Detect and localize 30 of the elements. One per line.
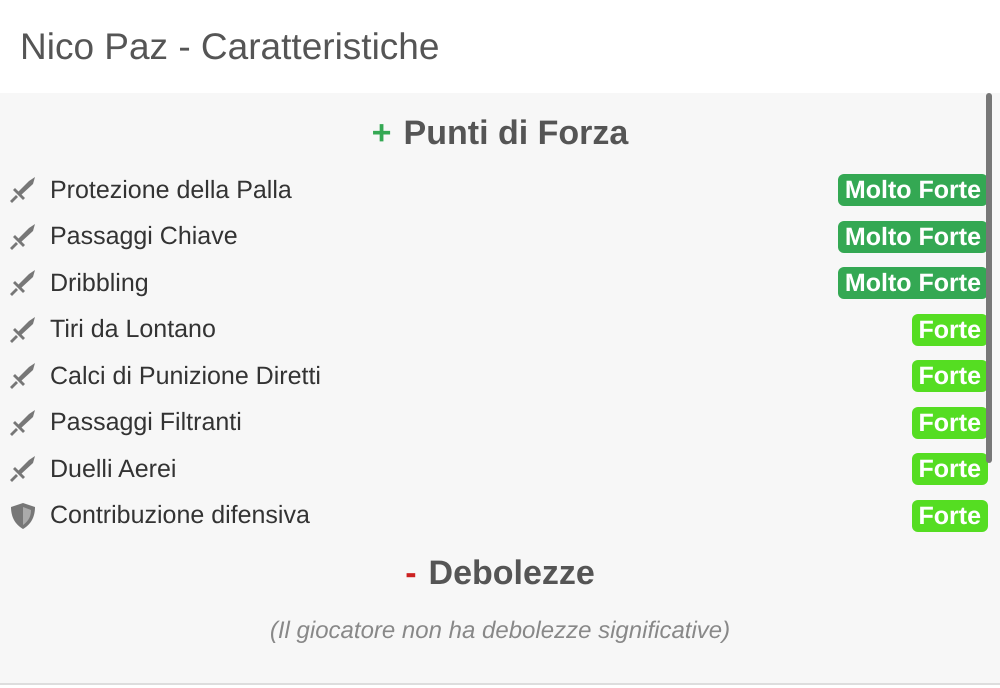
rating-badge: Forte: [912, 453, 988, 486]
sword-icon: [8, 361, 38, 392]
sword-icon: [8, 175, 38, 206]
sword-icon: [8, 454, 38, 484]
attribute-label: Passaggi Filtranti: [50, 407, 243, 438]
rating-badge: Forte: [912, 314, 988, 346]
sign-symbol: +: [372, 116, 392, 150]
empty-note: (Il giocatore non ha debolezze significative): [268, 616, 732, 646]
rating-badge: Molto Forte: [838, 267, 988, 300]
sign-symbol: -: [405, 556, 417, 590]
sword-icon: [8, 222, 38, 252]
attribute-label: Contribuzione difensiva: [50, 500, 311, 531]
attribute-label: Passaggi Chiave: [50, 221, 239, 252]
sword-icon: [8, 408, 38, 438]
section-heading: Debolezze: [428, 556, 595, 590]
attribute-label: Calci di Punizione Diretti: [50, 360, 322, 392]
rating-badge: Molto Forte: [838, 220, 988, 253]
page-title: Nico Paz - Caratteristiche: [20, 28, 440, 65]
sword-icon: [8, 268, 38, 298]
attribute-label: Dribbling: [50, 268, 150, 298]
rating-badge: Forte: [912, 500, 988, 532]
sword-icon: [8, 314, 38, 345]
attribute-label: Protezione della Palla: [50, 174, 293, 206]
rating-badge: Forte: [912, 360, 988, 392]
attribute-label: Duelli Aerei: [50, 454, 178, 484]
shield-icon: [8, 500, 38, 531]
attribute-label: Tiri da Lontano: [50, 314, 217, 345]
rating-badge: Forte: [912, 406, 988, 439]
rating-badge: Molto Forte: [838, 174, 988, 206]
section-heading: Punti di Forza: [404, 116, 628, 150]
